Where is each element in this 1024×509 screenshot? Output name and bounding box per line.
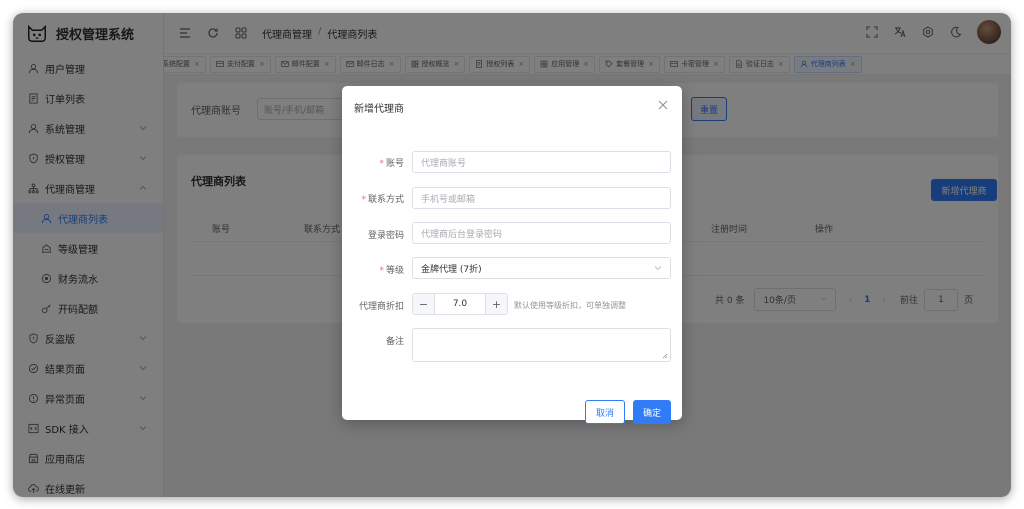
contact-input[interactable]: 手机号或邮箱 [412,187,671,209]
level-label-text: 等级 [385,266,404,276]
level-label: * 等级 [342,263,404,276]
account-label: * 账号 [342,156,404,169]
discount-hint: 默认使用等级折扣，可单独调整 [514,301,626,310]
level-select[interactable]: 金牌代理 (7折) [412,257,671,279]
discount-label: 代理商折扣 [358,302,404,312]
close-icon[interactable] [658,100,668,110]
required-mark: * [379,266,384,276]
remark-textarea[interactable] [412,328,671,362]
decrement-button[interactable]: − [413,294,435,314]
dialog-title: 新增代理商 [354,104,404,115]
password-label: 登录密码 [367,231,404,241]
password-input[interactable]: 代理商后台登录密码 [412,222,671,244]
add-agent-dialog: 新增代理商 * 账号 代理商账号 * 联系方式 手机号或邮箱 登录密码 代理商后台登… [342,86,682,424]
increment-button[interactable]: + [485,294,507,314]
account-input[interactable]: 代理商账号 [412,151,671,173]
level-select-value: 金牌代理 (7折) [421,264,482,275]
resize-handle-icon[interactable] [662,353,668,359]
discount-value[interactable]: 7.0 [435,299,485,309]
confirm-button[interactable]: 确定 [633,400,671,424]
contact-label: * 联系方式 [342,192,404,205]
chevron-down-icon [654,266,662,271]
cancel-button[interactable]: 取消 [585,400,625,424]
app-window: 授权管理系统 用户管理订单列表系统管理授权管理代理商管理代理商列表等级管理财务流… [13,13,1011,497]
account-label-text: 账号 [385,159,404,169]
remark-label: 备注 [385,337,404,347]
required-mark: * [361,195,366,205]
contact-label-text: 联系方式 [367,195,404,205]
discount-stepper: − 7.0 + [412,293,508,315]
required-mark: * [379,159,384,169]
